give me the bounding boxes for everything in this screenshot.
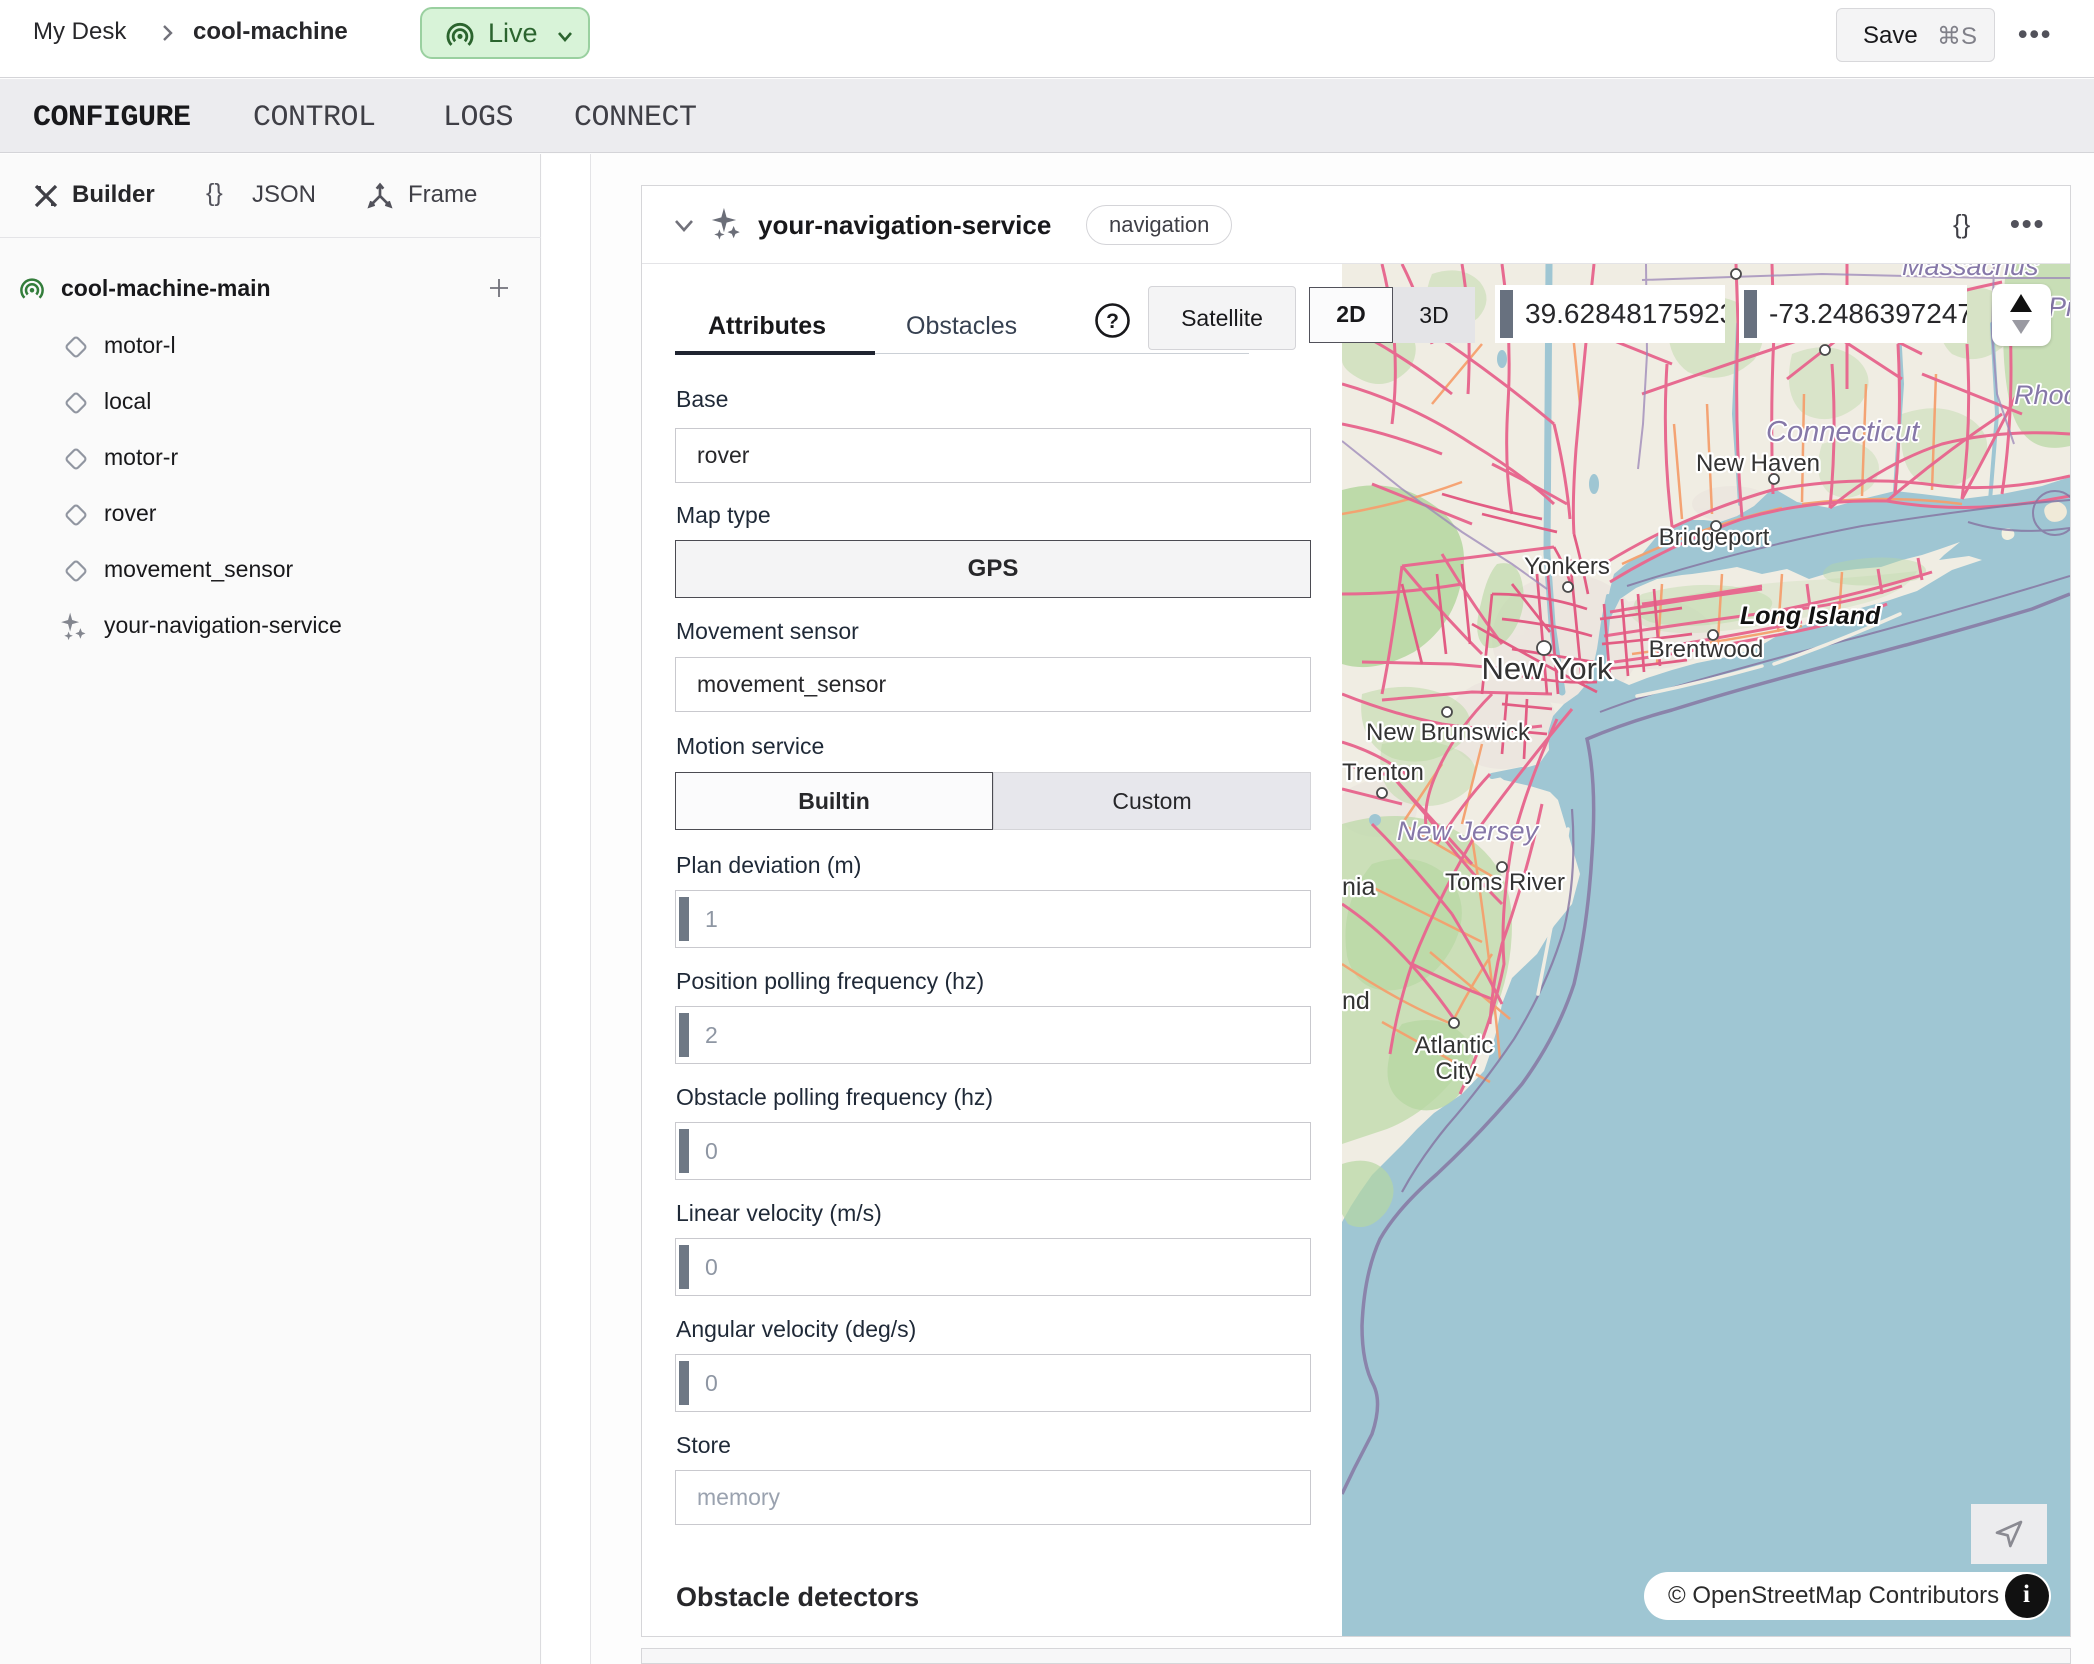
svg-text:Trenton: Trenton	[1342, 759, 1424, 786]
svg-text:Atlantic: Atlantic	[1415, 1032, 1494, 1059]
svg-text:Long Island: Long Island	[1740, 602, 1881, 630]
svg-text:Yonkers: Yonkers	[1524, 553, 1610, 580]
svg-text:New Haven: New Haven	[1696, 450, 1820, 477]
svg-text:Rhode: Rhode	[2014, 380, 2070, 410]
svg-text:City: City	[1435, 1058, 1476, 1085]
svg-text:nd: nd	[1342, 987, 1370, 1015]
svg-text:Connecticut: Connecticut	[1766, 416, 1921, 448]
svg-text:Brentwood: Brentwood	[1649, 636, 1764, 663]
svg-text:?: ?	[1106, 310, 1119, 333]
svg-text:Massachus: Massachus	[1902, 264, 2039, 281]
svg-text:Toms River: Toms River	[1445, 869, 1565, 896]
svg-text:New Jersey: New Jersey	[1397, 816, 1540, 846]
svg-text:nia: nia	[1342, 873, 1375, 901]
svg-text:New Brunswick: New Brunswick	[1366, 719, 1531, 746]
svg-text:Provid: Provid	[2048, 292, 2070, 322]
svg-text:New York: New York	[1482, 651, 1613, 686]
